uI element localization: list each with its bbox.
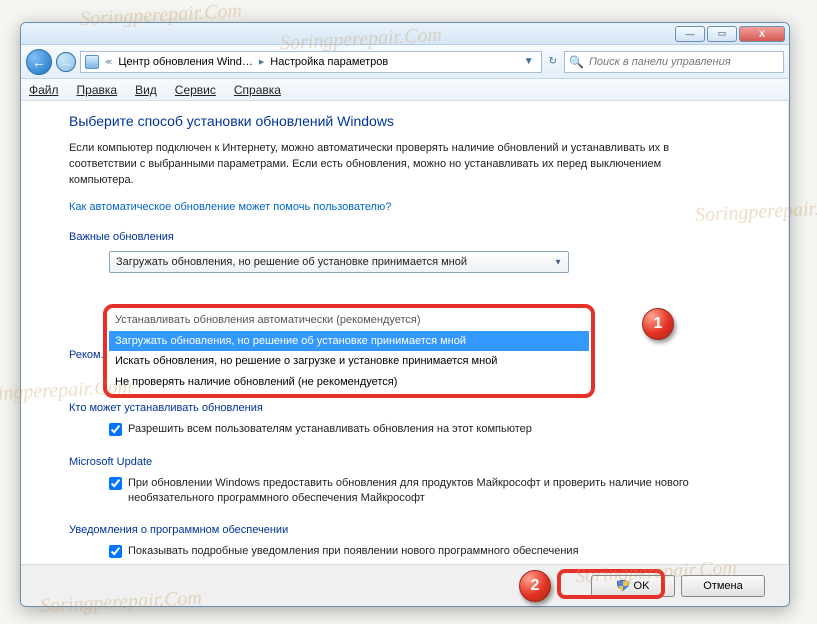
combobox-dropdown: Устанавливать обновления автоматически (… bbox=[103, 304, 595, 398]
intro-text: Если компьютер подключен к Интернету, мо… bbox=[69, 141, 709, 189]
checkbox-row-msupdate[interactable]: При обновлении Windows предоставить обно… bbox=[109, 476, 709, 507]
who-label: Разрешить всем пользователям устанавлива… bbox=[128, 422, 532, 437]
content-area: Выберите способ установки обновлений Win… bbox=[21, 101, 789, 564]
menu-view[interactable]: Вид bbox=[135, 83, 157, 97]
help-link[interactable]: Как автоматическое обновление может помо… bbox=[69, 201, 391, 213]
annotation-badge-2: 2 bbox=[519, 570, 551, 602]
menubar: Файл Правка Вид Сервис Справка bbox=[21, 79, 789, 101]
notify-label: Показывать подробные уведомления при поя… bbox=[128, 544, 579, 559]
menu-tools[interactable]: Сервис bbox=[175, 83, 216, 97]
menu-file[interactable]: Файл bbox=[29, 83, 59, 97]
dd-option-download[interactable]: Загружать обновления, но решение об уста… bbox=[109, 331, 589, 352]
crumb-1[interactable]: Центр обновления Wind… bbox=[118, 56, 253, 68]
chevron-right-icon: ▶ bbox=[259, 58, 264, 66]
combobox-value: Загружать обновления, но решение об уста… bbox=[116, 256, 467, 268]
search-bar: 🔍 bbox=[564, 51, 784, 73]
update-mode-combobox[interactable]: Загружать обновления, но решение об уста… bbox=[109, 251, 569, 273]
checkbox-row-who[interactable]: Разрешить всем пользователям устанавлива… bbox=[109, 422, 709, 437]
footer: OK Отмена bbox=[21, 564, 789, 606]
section-who-can-install: Кто может устанавливать обновления bbox=[69, 402, 758, 414]
address-toolbar: ← → ≪ Центр обновления Wind… ▶ Настройка… bbox=[21, 45, 789, 79]
shield-icon bbox=[617, 580, 629, 592]
page-title: Выберите способ установки обновлений Win… bbox=[69, 113, 758, 129]
breadcrumb[interactable]: ≪ Центр обновления Wind… ▶ Настройка пар… bbox=[80, 51, 542, 73]
section-important-updates: Важные обновления bbox=[69, 231, 758, 243]
cancel-button[interactable]: Отмена bbox=[681, 575, 765, 597]
ok-label: OK bbox=[634, 580, 650, 592]
who-checkbox[interactable] bbox=[109, 423, 122, 436]
settings-window: — ▭ X ← → ≪ Центр обновления Wind… ▶ Нас… bbox=[20, 22, 790, 607]
notify-checkbox[interactable] bbox=[109, 545, 122, 558]
msupdate-checkbox[interactable] bbox=[109, 477, 122, 490]
refresh-button[interactable]: ↻ bbox=[546, 56, 560, 67]
chevron-icon: ≪ bbox=[105, 58, 112, 66]
control-panel-icon bbox=[85, 55, 99, 69]
minimize-button[interactable]: — bbox=[675, 26, 705, 42]
maximize-button[interactable]: ▭ bbox=[707, 26, 737, 42]
search-input[interactable] bbox=[589, 56, 779, 68]
titlebar: — ▭ X bbox=[21, 23, 789, 45]
search-icon: 🔍 bbox=[569, 55, 584, 69]
menu-edit[interactable]: Правка bbox=[77, 83, 118, 97]
section-ms-update: Microsoft Update bbox=[69, 456, 758, 468]
dd-option-auto[interactable]: Устанавливать обновления автоматически (… bbox=[109, 310, 589, 331]
menu-help[interactable]: Справка bbox=[234, 83, 281, 97]
forward-button[interactable]: → bbox=[56, 52, 76, 72]
section-notifications: Уведомления о программном обеспечении bbox=[69, 524, 758, 536]
back-button[interactable]: ← bbox=[26, 49, 52, 75]
dd-option-find[interactable]: Искать обновления, но решение о загрузке… bbox=[109, 351, 589, 372]
address-dropdown-icon[interactable]: ▼ bbox=[521, 56, 537, 67]
close-button[interactable]: X bbox=[739, 26, 785, 42]
ok-button[interactable]: OK bbox=[591, 575, 675, 597]
checkbox-row-notify[interactable]: Показывать подробные уведомления при поя… bbox=[109, 544, 709, 559]
annotation-badge-1: 1 bbox=[642, 308, 674, 340]
dd-option-never[interactable]: Не проверять наличие обновлений (не реко… bbox=[109, 372, 589, 393]
msupdate-label: При обновлении Windows предоставить обно… bbox=[128, 476, 709, 507]
crumb-2[interactable]: Настройка параметров bbox=[270, 56, 388, 68]
